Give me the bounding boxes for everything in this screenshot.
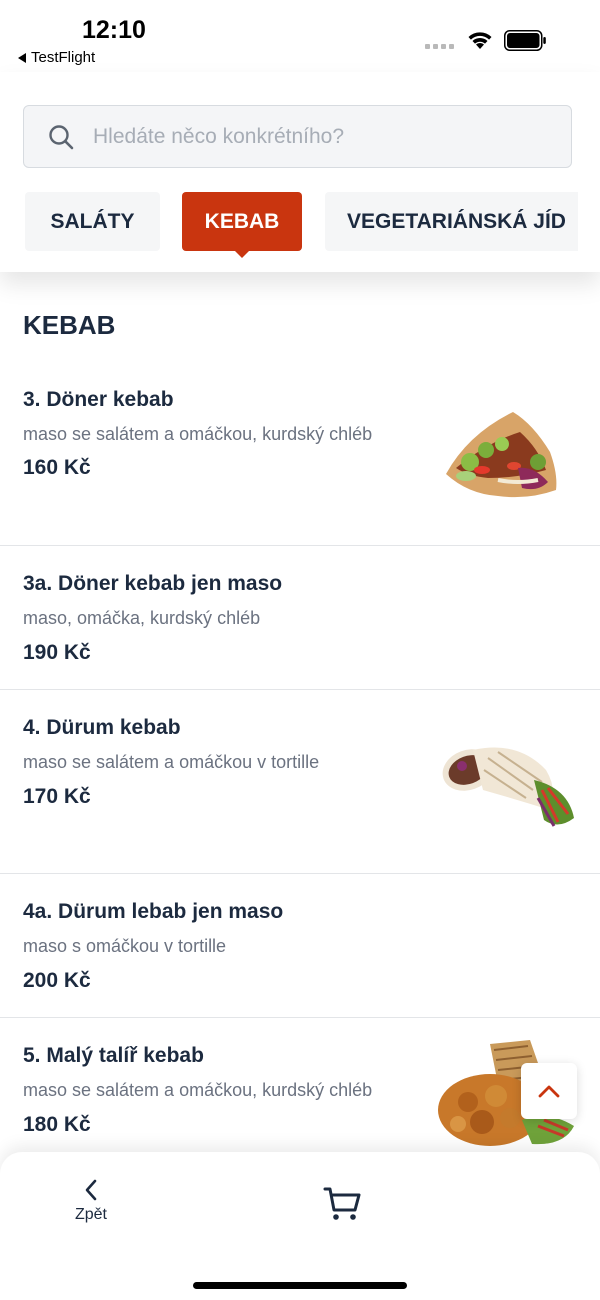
search-bar[interactable] [23,105,572,168]
home-indicator [193,1282,407,1289]
wifi-icon [468,32,492,49]
category-tabs: SALÁTY KEBAB VEGETARIÁNSKÁ JÍD [0,192,578,258]
item-price: 180 Kč [23,1113,91,1136]
item-price: 200 Kč [23,969,91,992]
tab-salaty[interactable]: SALÁTY [25,192,160,251]
tab-vegetarianska-jidla[interactable]: VEGETARIÁNSKÁ JÍD [325,192,578,251]
back-label: Zpět [74,1206,107,1223]
section-title: KEBAB [23,310,116,340]
back-to-app-link[interactable]: TestFlight [18,49,95,66]
menu-item[interactable]: 3. Döner kebab maso se salátem a omáčkou… [0,364,600,546]
scroll-to-top-button[interactable] [521,1063,577,1119]
item-description: maso, omáčka, kurdský chléb [23,608,261,628]
item-name: 4. Dürum kebab [23,716,181,739]
item-price: 170 Kč [23,785,91,808]
status-time: 12:10 [82,16,146,44]
item-description: maso se salátem a omáčkou, kurdský chléb [23,1080,373,1100]
item-name: 4a. Dürum lebab jen maso [23,900,284,923]
back-app-label: TestFlight [31,49,96,66]
back-button[interactable]: Zpět [62,1178,120,1224]
item-name: 3a. Döner kebab jen maso [23,572,283,595]
cart-button[interactable] [322,1184,362,1229]
item-name: 3. Döner kebab [23,388,174,411]
signal-icon [425,44,454,49]
status-bar: 12:10 TestFlight [0,0,600,72]
item-description: maso se salátem a omáčkou, kurdský chléb [23,424,373,444]
bottom-navigation: Zpět [0,1152,600,1300]
battery-icon [504,30,546,51]
search-icon [49,124,74,149]
menu-item[interactable]: 4a. Dürum lebab jen maso maso s omáčkou … [0,874,600,1018]
item-price: 160 Kč [23,456,91,479]
item-name: 5. Malý talíř kebab [23,1044,204,1067]
menu-item[interactable]: 4. Dürum kebab maso se salátem a omáčkou… [0,690,600,874]
durum-kebab-photo [442,747,574,827]
item-description: maso se salátem a omáčkou v tortille [23,752,320,772]
search-input[interactable] [93,124,533,149]
chevron-up-icon [538,1085,560,1098]
back-triangle-icon [18,52,26,63]
menu-header: SALÁTY KEBAB VEGETARIÁNSKÁ JÍD [0,72,600,272]
menu-item[interactable]: 3a. Döner kebab jen maso maso, omáčka, k… [0,546,600,690]
item-price: 190 Kč [23,641,91,664]
item-description: maso s omáčkou v tortille [23,936,227,956]
cart-icon [323,1187,361,1220]
doner-kebab-photo [446,412,557,498]
chevron-left-icon [85,1179,97,1201]
tab-kebab[interactable]: KEBAB [182,192,302,258]
